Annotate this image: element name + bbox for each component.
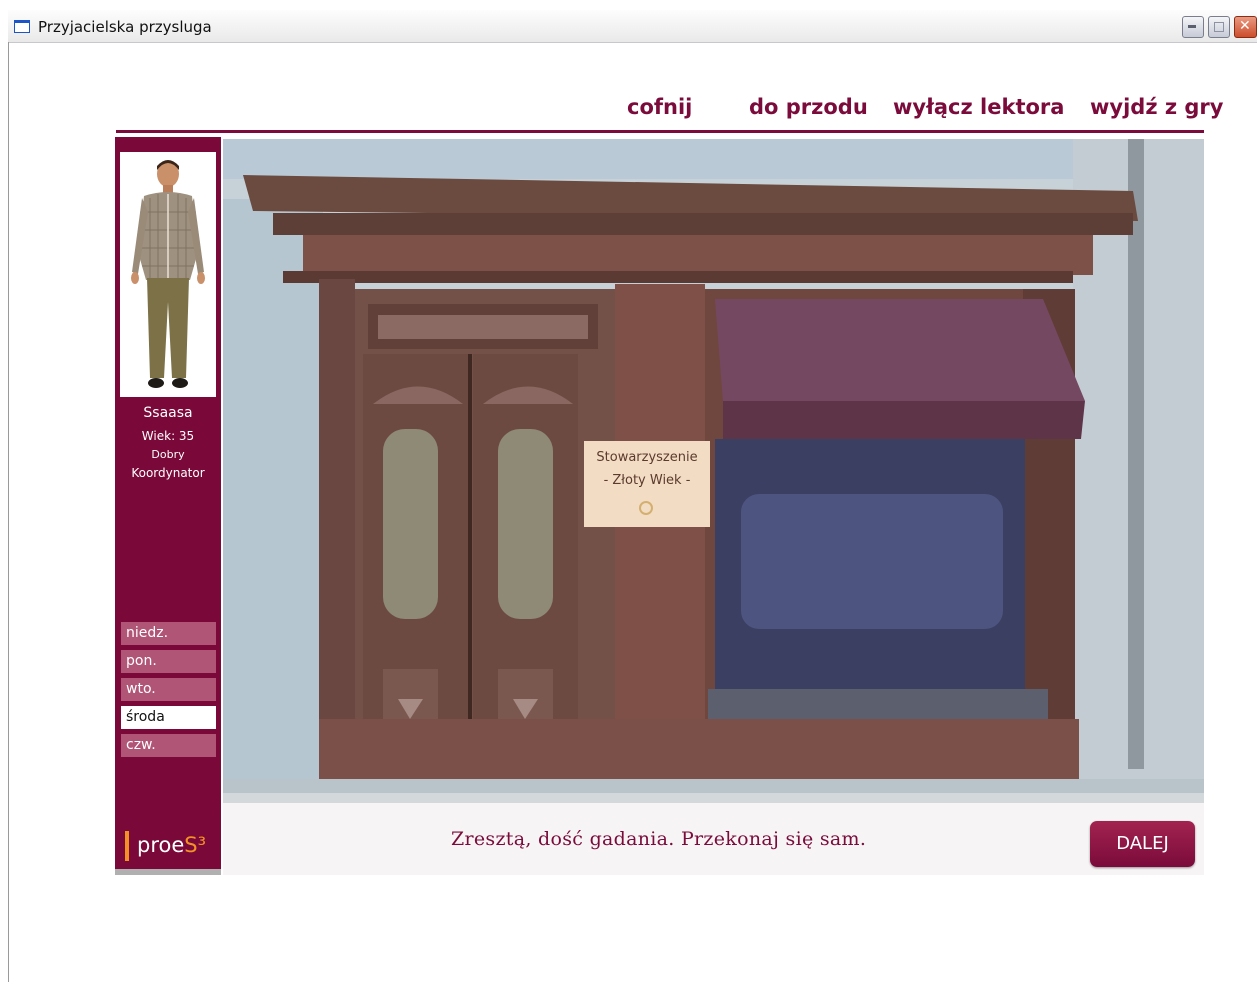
window-titlebar: Przyjacielska przysluga ✕ [8,10,1257,43]
profile-age: Wiek: 35 [141,429,195,443]
nav-forward-link[interactable]: do przodu [749,95,868,119]
nav-back-link[interactable]: cofnij [627,95,692,119]
nav-exit-link[interactable]: wyjdź z gry [1090,95,1223,119]
profile-name: Ssaasa [143,405,193,421]
close-button[interactable]: ✕ [1234,16,1257,38]
day-tab-sunday[interactable]: niedz. [121,622,216,645]
window-app-icon [14,20,30,33]
profile-sidebar: Ssaasa Wiek: 35 Dobry Koordynator niedz.… [115,137,221,873]
sign-line1: Stowarzyszenie [596,450,698,465]
association-sign: Stowarzyszenie - Złoty Wiek - [584,441,710,527]
day-tab-monday[interactable]: pon. [121,650,216,673]
nav-divider [116,130,1204,133]
maximize-icon [1214,22,1224,32]
profile-status: Dobry [151,448,185,461]
character-portrait [120,152,216,397]
logo-text: proeS³ [137,833,207,857]
minimize-button[interactable] [1182,16,1204,38]
day-tab-thursday[interactable]: czw. [121,734,216,757]
window-title: Przyjacielska przysluga [38,18,212,36]
profile-role: Koordynator [131,466,205,480]
dialog-text: Zresztą, dość gadania. Przekonaj się sam… [451,828,867,850]
nav-narrator-off-link[interactable]: wyłącz lektora [893,95,1064,119]
sign-emblem-icon [639,501,653,515]
close-icon: ✕ [1239,18,1251,34]
minimize-icon [1188,25,1196,28]
maximize-button[interactable] [1208,16,1230,38]
sidebar-footer [115,869,221,875]
dialog-bar: Zresztą, dość gadania. Przekonaj się sam… [223,803,1204,875]
logo-bar [125,831,129,861]
day-tab-wednesday[interactable]: środa [121,706,216,729]
window-border [8,42,9,982]
scene-image: Stowarzyszenie - Złoty Wiek - [223,139,1204,803]
next-button[interactable]: DALEJ [1090,821,1195,867]
day-tab-tuesday[interactable]: wto. [121,678,216,701]
sign-line2: - Złoty Wiek - [603,473,691,488]
